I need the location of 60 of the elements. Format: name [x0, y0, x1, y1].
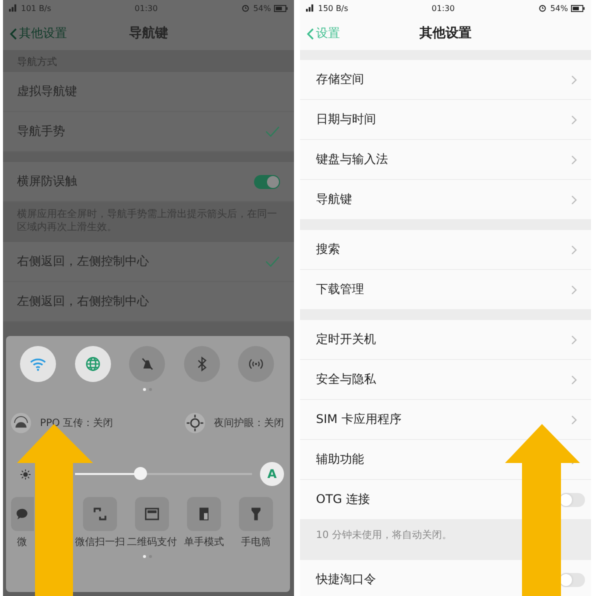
- settings-row[interactable]: 定时开关机: [300, 320, 591, 360]
- chevron-icon: [571, 244, 577, 254]
- settings-row[interactable]: 键盘与输入法: [300, 140, 591, 180]
- back-icon: [9, 28, 17, 40]
- brightness-icon: [20, 468, 31, 480]
- battery-percent: 54%: [253, 4, 271, 12]
- back-icon: [306, 28, 314, 40]
- onehand-shortcut-icon[interactable]: [187, 497, 221, 531]
- shortcut-label: 微: [17, 536, 27, 549]
- chevron-icon: [571, 374, 577, 384]
- chevron-icon: [571, 114, 577, 124]
- battery-icon: [570, 4, 585, 12]
- network-speed: 101 B/s: [21, 4, 52, 12]
- slider-thumb[interactable]: [134, 467, 148, 480]
- globe-icon: [84, 355, 102, 373]
- settings-row[interactable]: 安全与隐私: [300, 360, 591, 400]
- toggle-switch[interactable]: [559, 492, 585, 506]
- chevron-icon: [571, 284, 577, 294]
- pay-shortcut-icon[interactable]: [135, 497, 169, 531]
- share-icon[interactable]: [10, 412, 32, 434]
- quick-toggle[interactable]: [20, 346, 56, 382]
- signal-icon: [306, 4, 315, 12]
- chevron-icon: [571, 194, 577, 204]
- settings-row[interactable]: 日期与时间: [300, 100, 591, 140]
- shortcut-label: 二维码支付: [127, 536, 177, 549]
- settings-row[interactable]: 搜索: [300, 230, 591, 270]
- battery-icon: [274, 4, 288, 12]
- chevron-icon: [571, 154, 577, 164]
- battery-percent: 54%: [550, 4, 568, 12]
- quick-toggle[interactable]: [74, 346, 110, 382]
- settings-row[interactable]: 导航键: [300, 180, 591, 220]
- shortcut-label: 夜间护眼：关闭: [214, 416, 284, 430]
- settings-row[interactable]: 存储空间: [300, 60, 591, 100]
- settings-row[interactable]: 下载管理: [300, 270, 591, 310]
- shortcut-label: 手电筒: [241, 536, 271, 549]
- chevron-icon: [571, 74, 577, 84]
- toggle-switch[interactable]: [254, 174, 280, 188]
- setting-label: 横屏防误触: [17, 173, 77, 190]
- alarm-icon: [241, 4, 250, 12]
- screen-title: 其他设置: [420, 25, 472, 42]
- screen-title: 导航键: [129, 24, 168, 42]
- chevron-icon: [571, 334, 577, 344]
- quick-toggle[interactable]: [238, 346, 274, 382]
- clock: 01:30: [432, 4, 455, 12]
- shortcut-label: 微信扫一扫: [75, 536, 125, 549]
- clock: 01:30: [134, 4, 158, 12]
- signal-icon: [9, 4, 18, 12]
- toggle-switch[interactable]: [559, 572, 585, 586]
- quick-toggle[interactable]: [184, 346, 220, 382]
- scan-shortcut-icon[interactable]: [83, 497, 117, 531]
- setting-description: 10 分钟未使用，将自动关闭。: [315, 528, 453, 543]
- eye-care-icon[interactable]: [184, 412, 206, 434]
- network-speed: 150 B/s: [318, 4, 348, 12]
- shortcut-label: 单手模式: [184, 536, 224, 549]
- shortcut-label: PPO 互传：关闭: [40, 416, 114, 430]
- chevron-icon: [571, 414, 577, 424]
- torch-shortcut-icon[interactable]: [239, 497, 273, 531]
- chat-shortcut-icon[interactable]: [10, 497, 34, 531]
- alarm-icon: [538, 4, 548, 12]
- quick-toggle[interactable]: [129, 346, 165, 382]
